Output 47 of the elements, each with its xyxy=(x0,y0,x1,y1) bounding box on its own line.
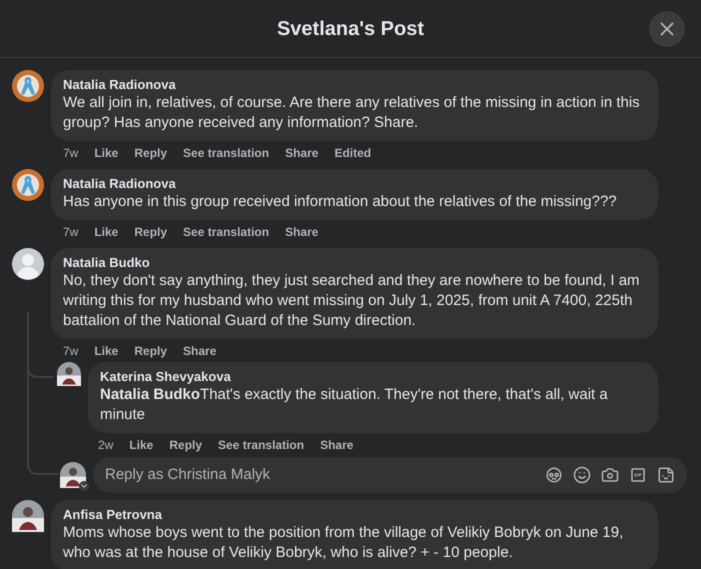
comment-action-link[interactable]: Reply xyxy=(169,436,202,454)
comment-text: No, they don't say anything, they just searched and they are nowhere to be found, I am writing this for my husband who went missing on July 1, 2025, from unit A 7400, 225th battalion of the National Guard of the Sumy direction. xyxy=(63,271,641,331)
comment-action-link[interactable]: Share xyxy=(285,223,318,241)
avatar-icon xyxy=(60,462,86,488)
comment-action-link[interactable]: Share xyxy=(183,342,216,360)
close-button[interactable] xyxy=(649,11,685,47)
comment-action-link[interactable]: Reply xyxy=(134,223,168,241)
emoji-icon[interactable] xyxy=(573,466,591,484)
avatar-face-icon[interactable] xyxy=(545,466,563,484)
comment-time[interactable]: 2w xyxy=(98,436,114,454)
camera-icon[interactable] xyxy=(601,466,619,484)
avatar-icon xyxy=(12,248,44,280)
comment-time[interactable]: 7w xyxy=(63,342,78,360)
comment-action-link[interactable]: Like xyxy=(94,144,118,162)
avatar-icon xyxy=(12,500,44,532)
comment-action-link[interactable]: Share xyxy=(320,436,354,454)
comment-author[interactable]: Anfisa Petrovna xyxy=(63,507,646,523)
comment-action-link[interactable]: Like xyxy=(94,342,118,360)
comment-action-link[interactable]: See translation xyxy=(183,223,270,241)
comment-text: Has anyone in this group received information about the relatives of the missing??? xyxy=(63,192,618,212)
comment-time[interactable]: 7w xyxy=(63,144,78,162)
chevron-icon xyxy=(79,481,89,491)
comment-text: We all join in, relatives, of course. Are there any relatives of the missing in action in this group? Has anyone received any information? Share. xyxy=(63,93,641,133)
comment-text: Natalia BudkoThat's exactly the situation. They're not there, that's all, wait a minute xyxy=(100,385,609,425)
sticker-icon[interactable] xyxy=(657,466,675,484)
user-avatar[interactable] xyxy=(60,462,86,488)
dialog-title: Svetlana's Post xyxy=(276,16,424,42)
comment-action-link[interactable]: Share xyxy=(285,144,318,162)
ribbon-avatar-icon xyxy=(12,169,44,201)
comment-action-link[interactable]: Edited xyxy=(334,144,372,162)
comment-text: Moms whose boys went to the position from the village of Velikiy Bobryk on June 19, who was at the house of Velikiy Bobryk, who is alive? + - 10 people. xyxy=(63,523,624,563)
comment-author[interactable]: Natalia Radionova xyxy=(63,77,646,93)
ribbon-avatar-icon xyxy=(12,70,44,102)
comment-action-link[interactable]: See translation xyxy=(183,144,270,162)
comment-action-link[interactable]: Reply xyxy=(134,144,168,162)
reply-box[interactable]: Reply as Christina Malyk xyxy=(93,457,687,493)
comment-action-link[interactable]: See translation xyxy=(218,436,304,454)
reply-field[interactable]: Reply as Christina Malyk xyxy=(105,464,545,486)
comment-author[interactable]: Katerina Shevyakova xyxy=(100,369,646,385)
comment-author[interactable]: Natalia Radionova xyxy=(63,176,646,192)
avatar-icon xyxy=(57,362,81,386)
gif-icon[interactable] xyxy=(629,466,647,484)
comment-action-link[interactable]: Like xyxy=(94,223,118,241)
comment-action-link[interactable]: Reply xyxy=(134,342,168,360)
comment-time[interactable]: 7w xyxy=(63,223,78,241)
comment-action-link[interactable]: Like xyxy=(129,436,154,454)
comment-author[interactable]: Natalia Budko xyxy=(63,255,646,271)
